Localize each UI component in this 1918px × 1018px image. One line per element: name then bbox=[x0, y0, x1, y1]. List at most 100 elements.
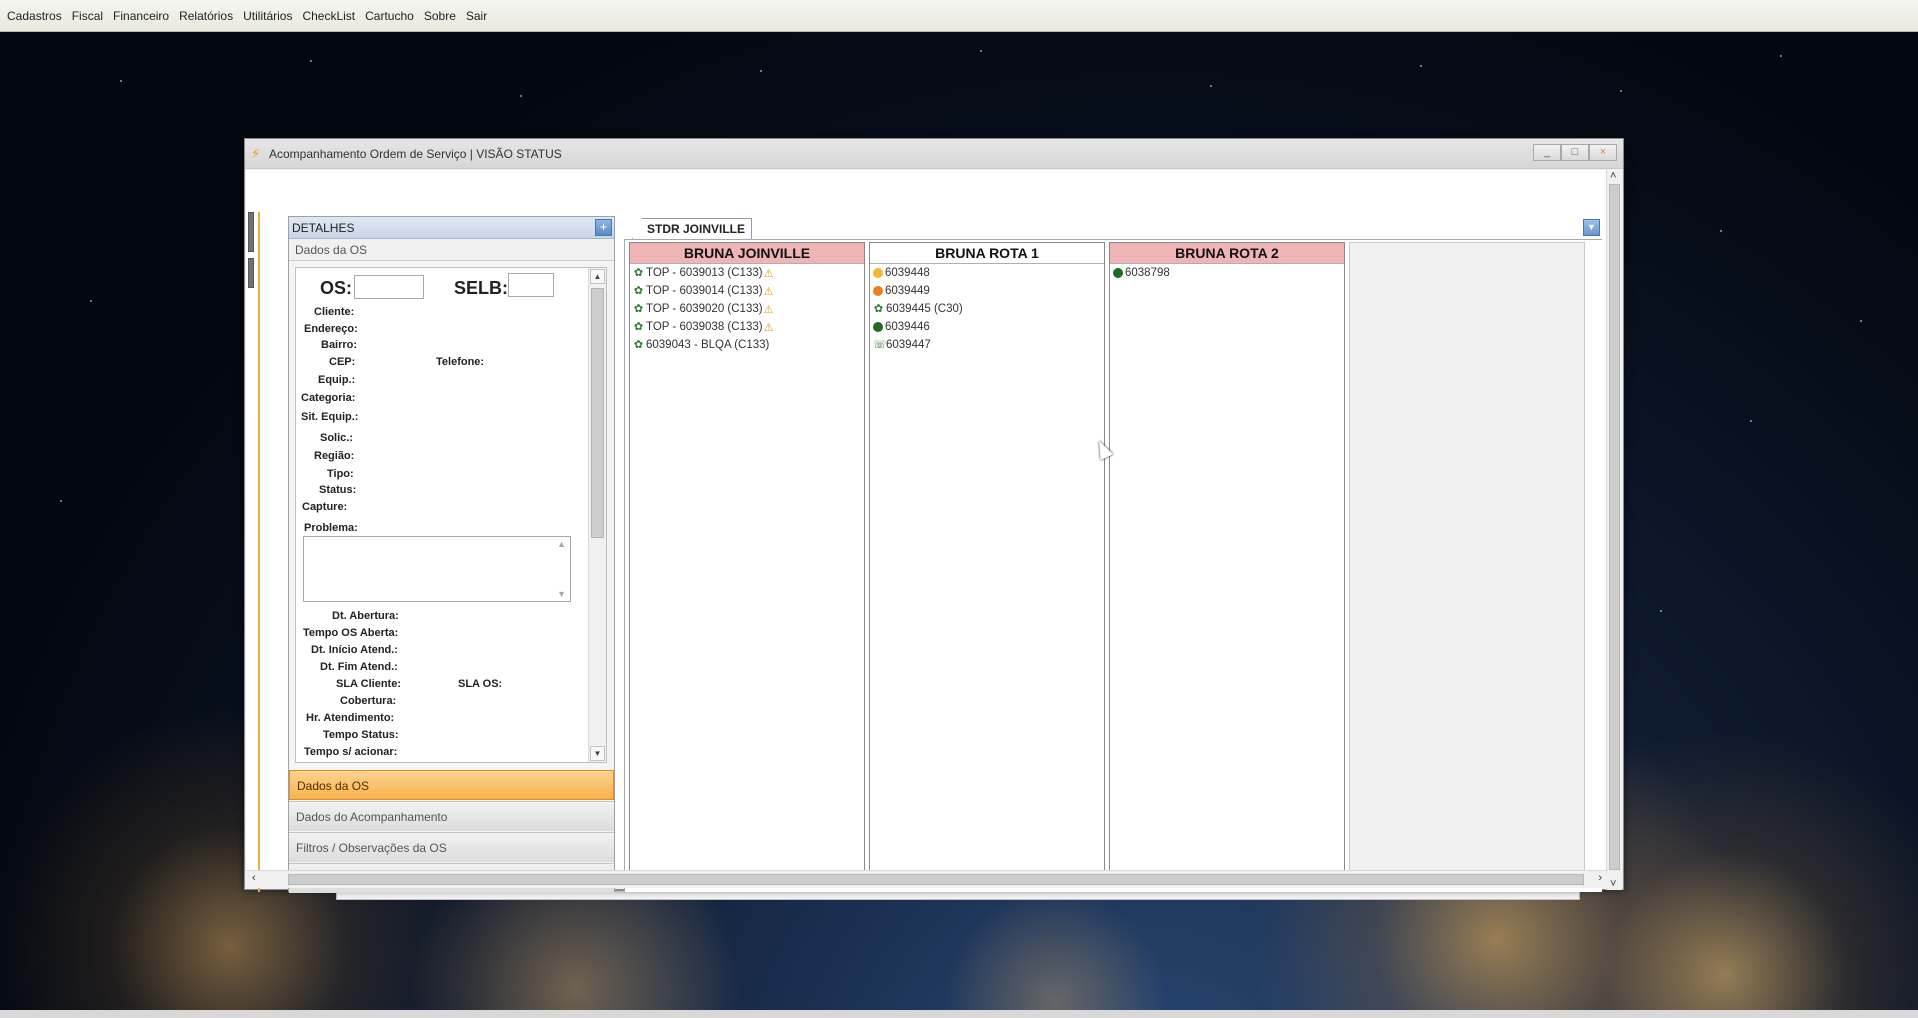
gear-icon: ✿ bbox=[633, 266, 644, 279]
os-item[interactable]: 6039448 bbox=[870, 264, 1104, 282]
window-horizontal-scrollbar[interactable]: ‹ › bbox=[246, 870, 1608, 888]
window-titlebar[interactable]: ⚡ Acompanhamento Ordem de Serviço | VISÃ… bbox=[245, 139, 1623, 169]
memo-scroll-up-icon[interactable]: ▲ bbox=[557, 539, 566, 549]
hr-atendimento-label: Hr. Atendimento: bbox=[306, 712, 395, 724]
scroll-thumb[interactable] bbox=[591, 288, 604, 538]
close-button[interactable]: × bbox=[1589, 144, 1617, 161]
minimize-button[interactable]: _ bbox=[1533, 144, 1561, 161]
scroll-right-icon[interactable]: › bbox=[1598, 872, 1602, 884]
main-window: ⚡ Acompanhamento Ordem de Serviço | VISÃ… bbox=[244, 138, 1624, 893]
gear-icon: ✿ bbox=[873, 302, 884, 315]
menu-sobre[interactable]: Sobre bbox=[419, 9, 461, 23]
status-label: Status: bbox=[319, 484, 357, 496]
scroll-thumb[interactable] bbox=[1609, 184, 1620, 870]
dt-fim-label: Dt. Fim Atend.: bbox=[320, 661, 398, 673]
os-item[interactable]: ✿ 6039043 - BLQA (C133) bbox=[630, 336, 864, 354]
sla-cliente-label: SLA Cliente: bbox=[336, 678, 401, 690]
telefone-label: Telefone: bbox=[436, 356, 485, 368]
os-item[interactable]: ✿ TOP - 6039038 (C133) ⚠ bbox=[630, 318, 864, 336]
os-item-label: TOP - 6039014 (C133) bbox=[646, 285, 763, 297]
tempo-os-aberta-label: Tempo OS Aberta: bbox=[303, 627, 399, 639]
gear-icon: ✿ bbox=[633, 284, 644, 297]
window-client: DETALHES + Dados da OS OS: SELB: Cliente… bbox=[246, 170, 1622, 893]
equip-label: Equip.: bbox=[318, 374, 356, 386]
expand-icon[interactable]: + bbox=[595, 219, 612, 236]
tipo-label: Tipo: bbox=[327, 468, 354, 480]
section-label: Dados da OS bbox=[289, 239, 614, 261]
gear-icon: ✿ bbox=[633, 338, 644, 351]
accordion-filtros[interactable]: Filtros / Observações da OS bbox=[289, 832, 614, 862]
accordion-dados-os[interactable]: Dados da OS bbox=[289, 770, 614, 800]
os-item-label: 6038798 bbox=[1125, 267, 1170, 279]
os-input[interactable] bbox=[354, 275, 424, 299]
scroll-up-icon[interactable]: ▲ bbox=[590, 269, 605, 284]
orange-dot-icon bbox=[873, 286, 883, 296]
menu-sair[interactable]: Sair bbox=[461, 9, 492, 23]
scroll-thumb[interactable] bbox=[288, 874, 1584, 885]
capture-label: Capture: bbox=[302, 501, 348, 513]
status-board: BRUNA JOINVILLE ✿ TOP - 6039013 (C133) ⚠ ✿… bbox=[624, 240, 1602, 892]
selb-input[interactable] bbox=[508, 273, 554, 297]
menu-utilitarios[interactable]: Utilitários bbox=[238, 9, 297, 23]
green-dot-icon bbox=[1113, 268, 1123, 278]
scroll-left-icon[interactable]: ‹ bbox=[252, 872, 256, 884]
endereco-label: Endereço: bbox=[304, 323, 358, 335]
column-bruna-joinville: BRUNA JOINVILLE ✿ TOP - 6039013 (C133) ⚠ ✿… bbox=[629, 242, 865, 882]
os-item-label: 6039043 - BLQA (C133) bbox=[646, 339, 770, 351]
os-item[interactable]: ✿ TOP - 6039013 (C133) ⚠ bbox=[630, 264, 864, 282]
column-bruna-rota-2: BRUNA ROTA 2 6038798 bbox=[1109, 242, 1345, 882]
scroll-down-icon[interactable]: ▼ bbox=[590, 746, 605, 761]
side-tab-handle-2[interactable] bbox=[248, 258, 254, 288]
os-item[interactable]: 6039449 bbox=[870, 282, 1104, 300]
os-item[interactable]: ☏ 6039447 bbox=[870, 336, 1104, 354]
menu-relatorios[interactable]: Relatórios bbox=[174, 9, 238, 23]
green-dot-icon bbox=[873, 322, 883, 332]
tab-dropdown-icon[interactable]: ▼ bbox=[1583, 219, 1600, 236]
os-item[interactable]: ✿ TOP - 6039014 (C133) ⚠ bbox=[630, 282, 864, 300]
os-item-label: TOP - 6039020 (C133) bbox=[646, 303, 763, 315]
gear-icon: ✿ bbox=[633, 320, 644, 333]
os-item[interactable]: ✿ TOP - 6039020 (C133) ⚠ bbox=[630, 300, 864, 318]
os-item-label: TOP - 6039013 (C133) bbox=[646, 267, 763, 279]
window-vertical-scrollbar[interactable]: ˄ ˅ bbox=[1606, 170, 1622, 890]
problema-textarea[interactable]: ▲ ▼ bbox=[303, 536, 571, 602]
details-title: DETALHES bbox=[292, 220, 355, 235]
scroll-up-icon[interactable]: ˄ bbox=[1610, 170, 1616, 182]
menu-fiscal[interactable]: Fiscal bbox=[67, 9, 108, 23]
os-form: OS: SELB: Cliente: Endereço: Bairro: CEP… bbox=[295, 267, 607, 763]
menu-cadastros[interactable]: Cadastros bbox=[2, 9, 67, 23]
window-title: Acompanhamento Ordem de Serviço | VISÃO … bbox=[269, 146, 562, 161]
menu-financeiro[interactable]: Financeiro bbox=[108, 9, 174, 23]
tempo-status-label: Tempo Status: bbox=[323, 729, 399, 741]
os-item-label: 6039447 bbox=[886, 339, 931, 351]
os-item-label: 6039445 (C30) bbox=[886, 303, 963, 315]
menu-cartucho[interactable]: Cartucho bbox=[360, 9, 419, 23]
details-panel: DETALHES + Dados da OS OS: SELB: Cliente… bbox=[288, 216, 615, 893]
selb-label: SELB: bbox=[454, 278, 508, 298]
menu-checklist[interactable]: CheckList bbox=[297, 9, 360, 23]
bairro-label: Bairro: bbox=[321, 339, 358, 351]
os-item[interactable]: 6039446 bbox=[870, 318, 1104, 336]
scroll-down-icon[interactable]: ˅ bbox=[1610, 878, 1616, 890]
os-item[interactable]: 6038798 bbox=[1110, 264, 1344, 282]
column-empty bbox=[1349, 242, 1585, 882]
gear-icon: ✿ bbox=[633, 302, 644, 315]
form-scrollbar[interactable]: ▲ ▼ bbox=[588, 268, 606, 762]
accordion-dados-acompanhamento[interactable]: Dados do Acompanhamento bbox=[289, 801, 614, 831]
regiao-label: Região: bbox=[314, 450, 355, 462]
side-tab-handle[interactable] bbox=[248, 212, 254, 252]
column-bruna-rota-1: BRUNA ROTA 1 6039448 6039449 ✿ 6039445 (C… bbox=[869, 242, 1105, 882]
yellow-dot-icon bbox=[873, 268, 883, 278]
cliente-label: Cliente: bbox=[314, 306, 355, 318]
dt-abertura-label: Dt. Abertura: bbox=[332, 610, 399, 622]
warning-icon: ⚠ bbox=[763, 321, 774, 334]
os-item[interactable]: ✿ 6039445 (C30) bbox=[870, 300, 1104, 318]
maximize-button[interactable]: □ bbox=[1561, 144, 1589, 161]
app-icon: ⚡ bbox=[251, 145, 261, 161]
cobertura-label: Cobertura: bbox=[340, 695, 397, 707]
os-item-label: 6039448 bbox=[885, 267, 930, 279]
memo-scroll-down-icon[interactable]: ▼ bbox=[557, 589, 566, 599]
taskbar bbox=[0, 1010, 1918, 1018]
categoria-label: Categoria: bbox=[301, 392, 356, 404]
tab-stdr-joinville[interactable]: STDR JOINVILLE bbox=[632, 218, 753, 239]
